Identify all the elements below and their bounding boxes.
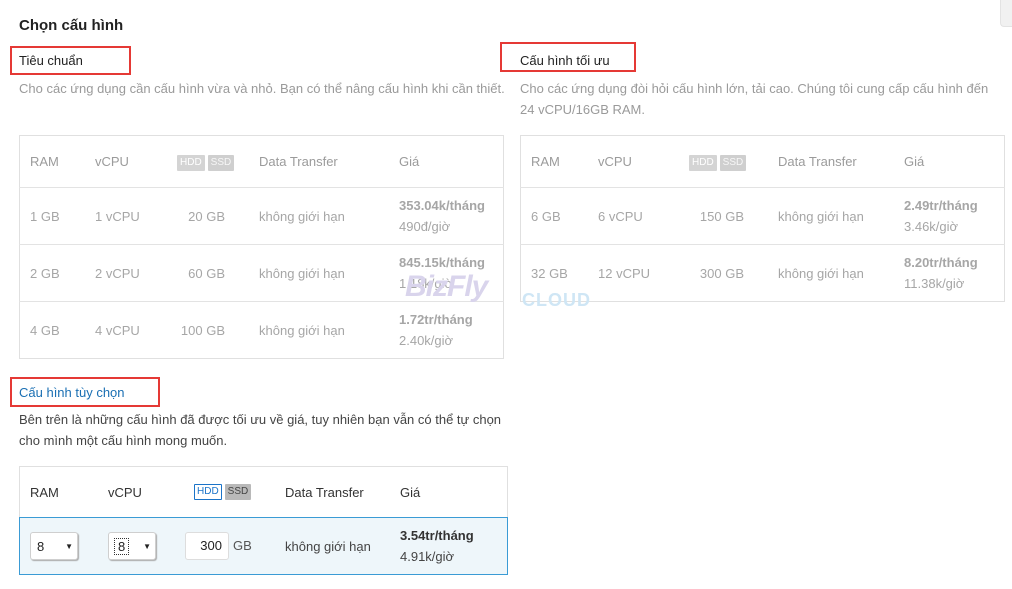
vcpu-select-value: 8 [113, 537, 130, 555]
disk-cell: 300 GB [679, 244, 768, 302]
ssd-badge: SSD [719, 154, 747, 171]
standard-description: Cho các ứng dụng cần cấu hình vừa và nhỏ… [19, 81, 505, 96]
ram-cell: 6 GB [520, 187, 588, 245]
vcpu-cell: 12 vCPU [588, 244, 679, 302]
disk-size-input[interactable]: 300 [185, 532, 229, 560]
optimized-heading: Cấu hình tối ưu [520, 53, 610, 68]
price-month: 8.20tr/tháng [904, 255, 978, 270]
vcpu-cell: 6 vCPU [588, 187, 679, 245]
ssd-badge: SSD [207, 154, 235, 171]
scrollbar-thumb[interactable] [1000, 0, 1012, 27]
price-cell: 353.04k/tháng 490đ/giờ [389, 187, 504, 245]
custom-config-table: RAM vCPU HDD SSD Data Transfer Giá 8 ▼ 8… [19, 466, 508, 576]
ram-cell: 2 GB [19, 244, 85, 302]
col-ram: RAM [30, 154, 59, 169]
col-transfer: Data Transfer [259, 154, 338, 169]
col-transfer: Data Transfer [778, 154, 857, 169]
table-row[interactable]: 4 GB 4 vCPU 100 GB không giới hạn 1.72tr… [19, 301, 504, 359]
vcpu-cell: 8 ▼ [98, 532, 185, 560]
col-vcpu: vCPU [108, 484, 142, 500]
standard-heading: Tiêu chuẩn [19, 53, 83, 68]
optimized-config-table: RAM vCPU HDD SSD Data Transfer Giá 6 GB … [520, 135, 1005, 302]
price-hour: 490đ/giờ [399, 219, 451, 234]
price-hour: 11.38k/giờ [904, 276, 965, 291]
transfer-cell: không giới hạn [768, 187, 894, 245]
custom-table-header: RAM vCPU HDD SSD Data Transfer Giá [19, 466, 508, 517]
table-row[interactable]: 1 GB 1 vCPU 20 GB không giới hạn 353.04k… [19, 187, 504, 245]
custom-config-row[interactable]: 8 ▼ 8 ▼ 300 GB không giới hạn 3.54tr/thán… [19, 517, 508, 575]
price-cell: 1.72tr/tháng 2.40k/giờ [389, 301, 504, 359]
col-ram: RAM [30, 484, 59, 500]
col-price: Giá [399, 154, 420, 169]
chevron-down-icon: ▼ [65, 541, 73, 551]
price-hour: 4.91k/giờ [400, 549, 455, 564]
price-cell: 2.49tr/tháng 3.46k/giờ [894, 187, 1005, 245]
vcpu-cell: 2 vCPU [85, 244, 167, 302]
page-title: Chọn cấu hình [19, 17, 124, 34]
transfer-cell: không giới hạn [768, 244, 894, 302]
price-cell: 3.54tr/tháng 4.91k/giờ [400, 525, 474, 567]
custom-description: Bên trên là những cấu hình đã được tối ư… [19, 412, 502, 448]
price-month: 1.72tr/tháng [399, 312, 473, 327]
hdd-toggle[interactable]: HDD [194, 484, 222, 500]
disk-unit: GB [233, 538, 252, 553]
watermark-logo-suffix: CLOUD [522, 290, 591, 310]
col-disk: HDD SSD [185, 484, 276, 500]
transfer-cell: không giới hạn [285, 538, 371, 554]
price-month: 3.54tr/tháng [400, 528, 474, 543]
price-hour: 2.40k/giờ [399, 333, 454, 348]
vcpu-select[interactable]: 8 ▼ [108, 532, 156, 560]
transfer-cell: không giới hạn [249, 301, 389, 359]
transfer-cell: không giới hạn [249, 187, 389, 245]
ram-cell: 8 ▼ [20, 532, 98, 560]
ram-cell: 1 GB [19, 187, 85, 245]
col-transfer: Data Transfer [285, 484, 364, 500]
transfer-cell: không giới hạn [249, 244, 389, 302]
col-ram: RAM [531, 154, 560, 169]
ssd-toggle[interactable]: SSD [224, 484, 252, 500]
hdd-badge: HDD [177, 154, 205, 171]
col-vcpu: vCPU [598, 154, 632, 169]
table-header-row: RAM vCPU HDD SSD Data Transfer Giá [20, 136, 504, 188]
disk-cell: 300 GB [185, 532, 276, 560]
price-month: 353.04k/tháng [399, 198, 485, 213]
standard-config-table: RAM vCPU HDD SSD Data Transfer Giá 1 GB … [19, 135, 504, 359]
col-disk: HDD SSD [167, 136, 249, 188]
col-price: Giá [904, 154, 925, 169]
optimized-description: Cho các ứng dụng đòi hỏi cấu hình lớn, t… [520, 81, 989, 117]
col-vcpu: vCPU [95, 154, 129, 169]
price-hour: 3.46k/giờ [904, 219, 959, 234]
price-cell: 8.20tr/tháng 11.38k/giờ [894, 244, 1005, 302]
table-row[interactable]: 6 GB 6 vCPU 150 GB không giới hạn 2.49tr… [520, 187, 1005, 245]
table-row[interactable]: 32 GB 12 vCPU 300 GB không giới hạn 8.20… [520, 244, 1005, 302]
chevron-down-icon: ▼ [143, 541, 151, 551]
table-header-row: RAM vCPU HDD SSD Data Transfer Giá [521, 136, 1005, 188]
col-price: Giá [400, 484, 421, 500]
disk-cell: 20 GB [167, 187, 249, 245]
disk-cell: 100 GB [167, 301, 249, 359]
vcpu-cell: 4 vCPU [85, 301, 167, 359]
vcpu-cell: 1 vCPU [85, 187, 167, 245]
custom-heading: Cấu hình tùy chọn [19, 385, 125, 400]
price-month: 2.49tr/tháng [904, 198, 978, 213]
ram-select[interactable]: 8 ▼ [30, 532, 78, 560]
col-disk: HDD SSD [679, 136, 768, 188]
ram-select-value: 8 [37, 538, 45, 554]
hdd-badge: HDD [689, 154, 717, 171]
watermark-logo: BizFly [405, 270, 488, 303]
disk-cell: 60 GB [167, 244, 249, 302]
ram-cell: 4 GB [19, 301, 85, 359]
disk-cell: 150 GB [679, 187, 768, 245]
